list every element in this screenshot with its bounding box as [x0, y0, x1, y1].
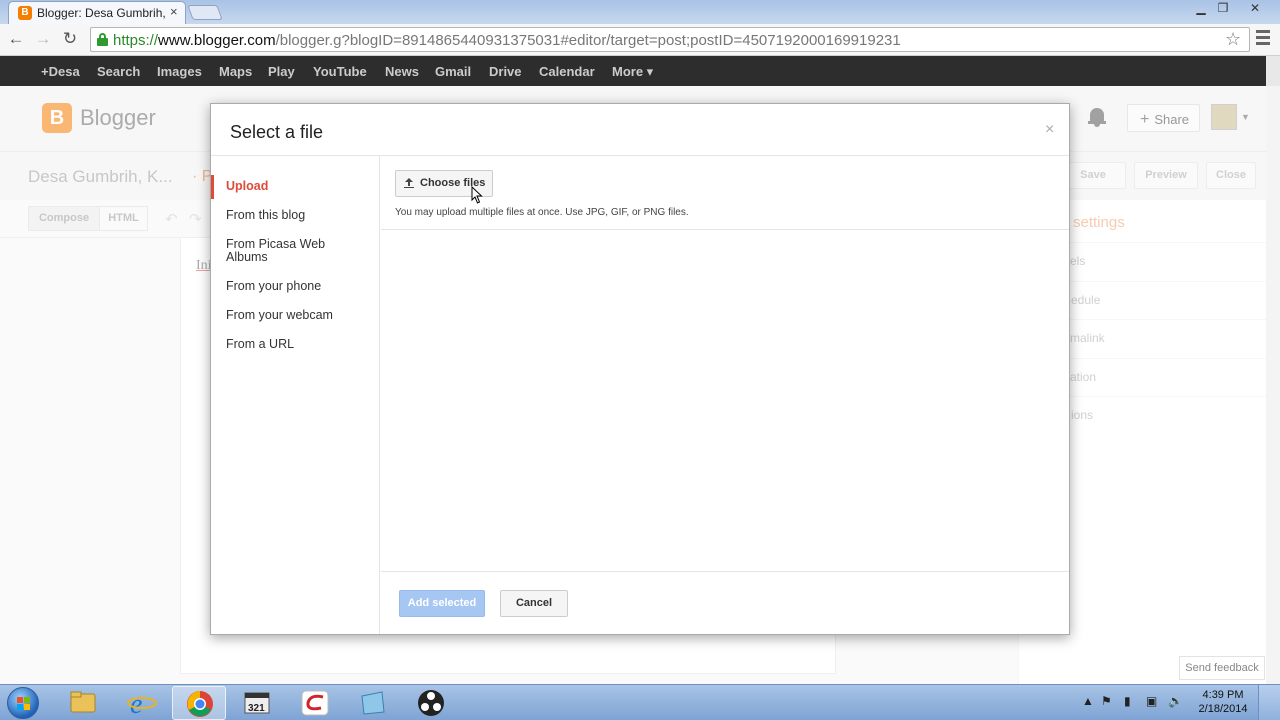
- gbar-item[interactable]: Calendar: [539, 64, 595, 79]
- blogger-favicon-icon: B: [18, 6, 32, 20]
- tray-expand-icon[interactable]: ▲: [1082, 694, 1094, 708]
- tab-close-icon[interactable]: ×: [170, 5, 178, 19]
- taskbar-app-blue[interactable]: [346, 686, 400, 720]
- reload-icon[interactable]: ↻: [59, 28, 81, 50]
- address-bar[interactable]: https://www.blogger.com/blogger.g?blogID…: [90, 27, 1250, 52]
- lock-icon: [97, 33, 108, 46]
- footer-divider: [381, 571, 1069, 572]
- gbar-item[interactable]: News: [385, 64, 419, 79]
- gbar-item[interactable]: More ▾: [612, 64, 653, 80]
- media-player-classic-icon: 321: [244, 692, 270, 714]
- source-nav-item[interactable]: From this blog: [211, 209, 379, 222]
- internet-explorer-icon: e: [127, 689, 157, 720]
- battery-icon[interactable]: ▮: [1124, 694, 1131, 708]
- start-button[interactable]: [7, 687, 39, 719]
- system-clock[interactable]: 4:39 PM 2/18/2014: [1196, 688, 1250, 716]
- taskbar-chrome[interactable]: [172, 686, 226, 720]
- source-nav-item[interactable]: From your webcam: [211, 309, 379, 322]
- volume-icon[interactable]: 🔈: [1168, 694, 1183, 708]
- upload-icon: [404, 178, 414, 188]
- folder-icon: [70, 691, 96, 713]
- window-close-icon[interactable]: ✕: [1242, 0, 1268, 18]
- taskbar-media-player[interactable]: 321: [230, 686, 284, 720]
- gbar-item[interactable]: Maps: [219, 64, 252, 79]
- svg-text:e: e: [130, 689, 142, 720]
- gbar-item[interactable]: +Desa: [41, 64, 80, 79]
- select-file-dialog: Select a file × Upload From this blog From…: [210, 103, 1070, 635]
- svg-text:321: 321: [248, 703, 265, 714]
- windows-taskbar: e 321 ▲ ⚑ ▮ ▣ 🔈 4:39 PM 2/18/2014: [0, 684, 1280, 720]
- tab-title: Blogger: Desa Gumbrih, K: [37, 6, 165, 20]
- windows-logo-icon: [17, 697, 30, 710]
- google-bar: +Desa Search Images Maps Play YouTube News Gmai…: [0, 56, 1280, 86]
- dialog-content: Choose files You may upload multiple fil…: [381, 156, 1069, 634]
- taskbar-obs[interactable]: [404, 686, 458, 720]
- gbar-item[interactable]: Search: [97, 64, 140, 79]
- gbar-item[interactable]: Play: [268, 64, 295, 79]
- network-icon[interactable]: ▣: [1146, 694, 1157, 708]
- taskbar-ie[interactable]: e: [114, 686, 168, 720]
- gbar-item[interactable]: YouTube: [313, 64, 367, 79]
- scrollbar-top: [1266, 56, 1280, 86]
- restore-icon[interactable]: ❐: [1210, 0, 1236, 18]
- gbar-item[interactable]: Images: [157, 64, 202, 79]
- clock-date: 2/18/2014: [1198, 703, 1248, 715]
- page-scrollbar[interactable]: [1266, 86, 1280, 684]
- bookmark-star-icon[interactable]: ☆: [1225, 29, 1241, 50]
- obs-icon: [418, 690, 444, 716]
- clock-time: 4:39 PM: [1202, 689, 1244, 701]
- cancel-button[interactable]: Cancel: [500, 590, 568, 617]
- source-nav-item[interactable]: From Picasa Web Albums: [211, 238, 331, 264]
- dialog-source-nav: Upload From this blog From Picasa Web Albu…: [211, 156, 380, 634]
- taskbar-explorer[interactable]: [56, 686, 110, 720]
- chrome-icon: [187, 691, 213, 717]
- gbar-item[interactable]: Drive: [489, 64, 522, 79]
- source-nav-item[interactable]: From your phone: [211, 280, 379, 293]
- mouse-cursor-icon: [471, 186, 483, 204]
- browser-titlebar: B Blogger: Desa Gumbrih, K × ▁ ❐ ✕: [0, 0, 1280, 24]
- gbar-item[interactable]: Gmail: [435, 64, 471, 79]
- chrome-menu-icon[interactable]: [1256, 30, 1270, 48]
- content-divider: [381, 229, 1069, 230]
- forward-icon[interactable]: →: [32, 28, 54, 50]
- source-nav-item[interactable]: Upload: [211, 175, 379, 199]
- upload-hint: You may upload multiple files at once. U…: [395, 207, 689, 218]
- back-icon[interactable]: ←: [5, 28, 27, 50]
- dialog-close-icon[interactable]: ×: [1045, 121, 1054, 139]
- taskbar-app-red[interactable]: [288, 686, 342, 720]
- dialog-title: Select a file: [230, 122, 324, 142]
- show-desktop-button[interactable]: [1258, 685, 1280, 720]
- browser-toolbar: ← → ↻ https://www.blogger.com/blogger.g?…: [0, 24, 1280, 56]
- source-nav-item[interactable]: From a URL: [211, 338, 379, 351]
- add-selected-button[interactable]: Add selected: [399, 590, 485, 617]
- url-text: https://www.blogger.com/blogger.g?blogID…: [113, 32, 901, 49]
- new-tab-button[interactable]: [187, 5, 223, 20]
- browser-tab[interactable]: B Blogger: Desa Gumbrih, K ×: [8, 1, 186, 24]
- action-center-icon[interactable]: ⚑: [1101, 694, 1112, 708]
- blue-window-app-icon: [361, 691, 385, 715]
- red-swirl-app-icon: [301, 690, 329, 716]
